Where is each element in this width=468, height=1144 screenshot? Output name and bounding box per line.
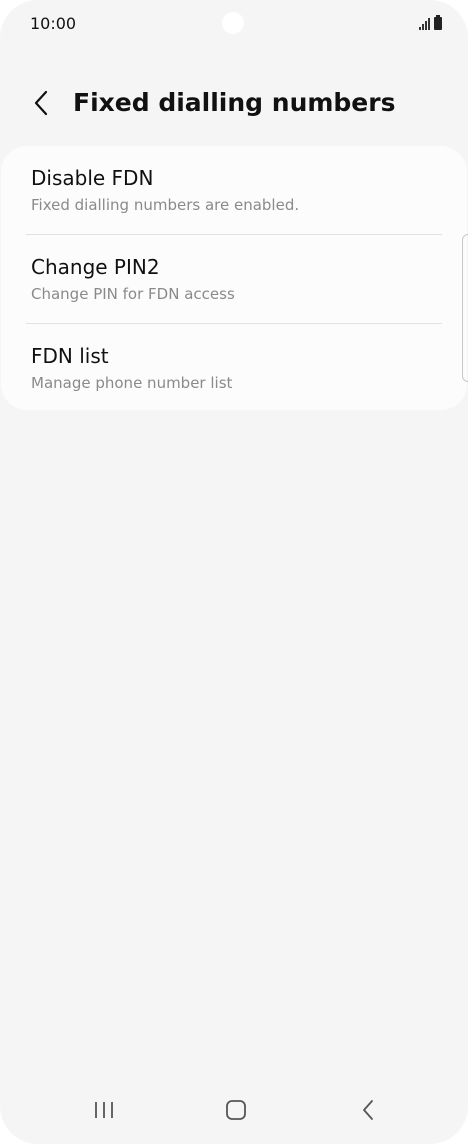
nav-back-button[interactable] [348,1090,388,1130]
recents-icon [95,1102,113,1118]
back-icon [363,1100,373,1120]
fdn-list-item[interactable]: FDN list Manage phone number list [1,324,467,412]
item-subtitle: Fixed dialling numbers are enabled. [31,196,300,214]
page-title: Fixed dialling numbers [73,88,396,117]
chevron-left-icon [34,90,48,116]
front-camera [222,12,244,34]
home-icon [226,1100,246,1120]
item-subtitle: Manage phone number list [31,374,233,392]
home-button[interactable] [216,1090,256,1130]
app-header: Fixed dialling numbers [0,76,468,132]
phone-screen: 10:00 Fixed dialling numbers Disable FDN… [0,0,468,1144]
disable-fdn-item[interactable]: Disable FDN Fixed dialling numbers are e… [1,146,467,234]
battery-icon [434,15,442,30]
status-bar: 10:00 [0,0,468,50]
scrollbar[interactable] [462,234,468,382]
settings-card: Disable FDN Fixed dialling numbers are e… [1,146,467,410]
navigation-bar [0,1084,468,1144]
recents-button[interactable] [84,1090,124,1130]
change-pin2-item[interactable]: Change PIN2 Change PIN for FDN access [1,235,467,323]
back-button[interactable] [24,86,58,120]
status-time: 10:00 [30,14,77,33]
item-subtitle: Change PIN for FDN access [31,285,235,303]
item-title: Change PIN2 [31,255,160,279]
signal-icon [419,16,430,30]
item-title: FDN list [31,344,109,368]
status-icons [419,15,442,30]
item-title: Disable FDN [31,166,154,190]
